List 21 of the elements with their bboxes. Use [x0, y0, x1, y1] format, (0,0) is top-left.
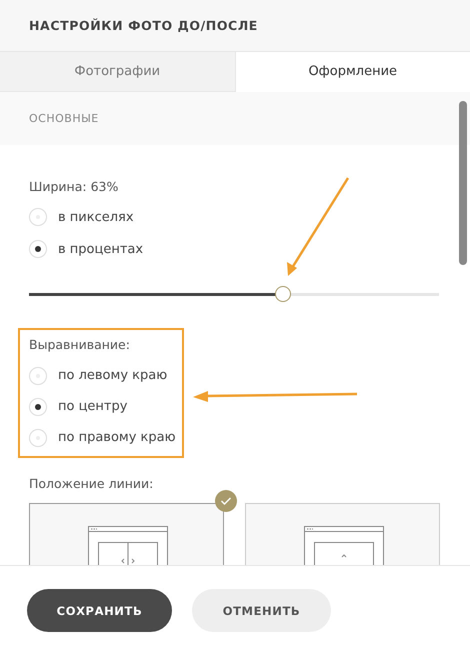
scrollbar-thumb[interactable] — [459, 101, 467, 265]
section-heading: ОСНОВНЫЕ — [29, 112, 99, 125]
field-label: Выравнивание: — [29, 336, 131, 354]
save-button[interactable]: СОХРАНИТЬ — [27, 589, 172, 632]
radio-button[interactable] — [29, 366, 47, 384]
tab[interactable]: Фотографии — [0, 52, 236, 92]
field-label: Ширина: 63% — [29, 178, 118, 196]
cancel-button[interactable]: ОТМЕНИТЬ — [192, 589, 331, 632]
radio-button[interactable] — [29, 240, 47, 258]
radio-button[interactable] — [29, 398, 47, 416]
check-icon — [215, 490, 237, 512]
radio-button[interactable] — [29, 208, 47, 226]
radio-label[interactable]: в процентах — [58, 242, 144, 256]
radio-label[interactable]: по правому краю — [58, 430, 176, 445]
radio-label[interactable]: по левому краю — [58, 368, 168, 383]
field-label: Положение линии: — [29, 475, 154, 493]
radio-label[interactable]: в пикселях — [58, 210, 134, 224]
radio-button[interactable] — [29, 428, 47, 446]
panel-title: НАСТРОЙКИ ФОТО ДО/ПОСЛЕ — [29, 18, 258, 33]
slider-thumb[interactable] — [275, 286, 292, 302]
radio-label[interactable]: по центру — [58, 399, 128, 414]
